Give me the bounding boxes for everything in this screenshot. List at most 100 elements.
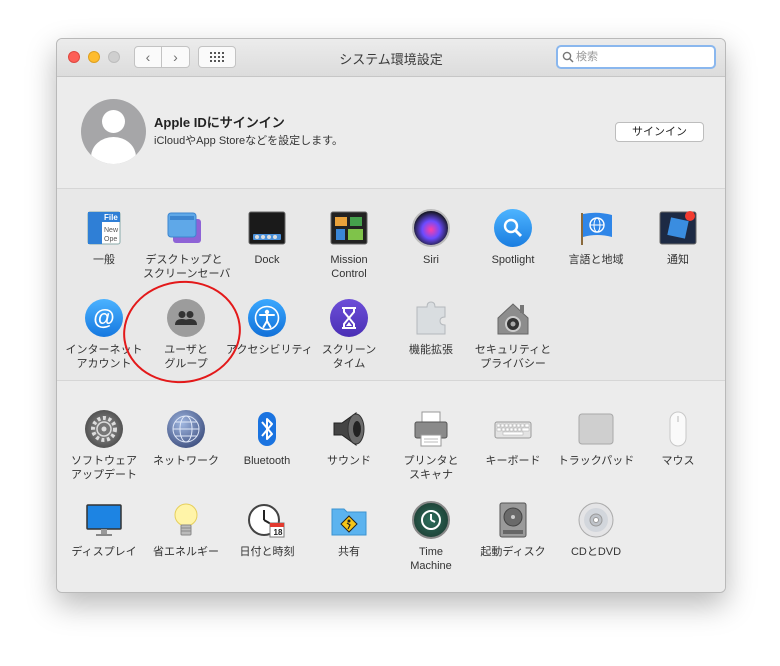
pane-users-groups[interactable]: ユーザと グループ (145, 299, 227, 371)
calendar-day: 18 (273, 528, 283, 537)
pane-label: Spotlight (491, 254, 535, 266)
svg-text:File: File (104, 213, 118, 222)
pane-sound[interactable]: サウンド (308, 410, 390, 468)
displays-icon (85, 501, 123, 539)
pane-label: Dock (254, 254, 280, 266)
cd-dvd-icon (577, 501, 615, 539)
pane-label: スクリーン タイム (321, 344, 377, 370)
keyboard-icon (494, 410, 532, 448)
pane-label: ディスプレイ (71, 546, 137, 558)
pane-label: 通知 (667, 254, 689, 266)
pane-siri[interactable]: Siri (390, 209, 472, 267)
system-preferences-window: ‹ › システム環境設定 Apple IDにサインイン iCloudやApp S… (56, 38, 726, 593)
screen-time-icon (330, 299, 368, 337)
pane-label: ソフトウェア アップデート (71, 455, 137, 481)
avatar[interactable] (81, 99, 146, 164)
pane-label: キーボード (485, 455, 541, 467)
pane-label: 日付と時刻 (239, 546, 295, 558)
pane-label: 共有 (338, 546, 360, 558)
time-machine-icon (412, 501, 450, 539)
pane-label: Bluetooth (243, 455, 291, 467)
trackpad-icon (577, 410, 615, 448)
pane-label: 一般 (93, 254, 115, 266)
pane-displays[interactable]: ディスプレイ (63, 501, 145, 559)
pane-label: インターネット アカウント (65, 344, 143, 370)
network-icon (167, 410, 205, 448)
pane-label: Time Machine (410, 546, 452, 572)
pane-label: ネットワーク (153, 455, 219, 467)
date-time-icon: 18 (248, 501, 286, 539)
startup-disk-icon (494, 501, 532, 539)
pane-label: Siri (423, 254, 439, 266)
apple-id-title: Apple IDにサインイン (154, 115, 285, 130)
pane-spotlight[interactable]: Spotlight (472, 209, 554, 267)
pane-security-privacy[interactable]: セキュリティと プライバシー (472, 299, 554, 371)
apple-id-section: Apple IDにサインイン iCloudやApp Storeなどを設定します。… (57, 77, 725, 189)
apple-id-subtitle: iCloudやApp Storeなどを設定します。 (154, 135, 344, 147)
mission-control-icon (330, 209, 368, 247)
sign-in-button[interactable]: サインイン (615, 122, 704, 142)
pane-network[interactable]: ネットワーク (145, 410, 227, 468)
pane-label: アクセシビリティ (226, 344, 313, 356)
svg-text:Ope: Ope (104, 236, 117, 243)
extensions-icon (412, 299, 450, 337)
pane-screen-time[interactable]: スクリーン タイム (308, 299, 390, 371)
pane-general[interactable]: File New Ope 一般 (63, 209, 145, 267)
pane-mission-control[interactable]: Mission Control (308, 209, 390, 281)
pane-date-time[interactable]: 18 日付と時刻 (226, 501, 308, 559)
title-bar: ‹ › システム環境設定 (57, 39, 725, 77)
energy-saver-icon (167, 501, 205, 539)
pane-sharing[interactable]: 共有 (308, 501, 390, 559)
pane-label: セキュリティと プライバシー (474, 344, 552, 370)
pane-mouse[interactable]: マウス (637, 410, 719, 468)
pane-trackpad[interactable]: トラックパッド (555, 410, 637, 468)
sharing-icon (330, 501, 368, 539)
pane-label: Mission Control (330, 254, 368, 280)
pane-label: トラックパッド (557, 455, 635, 467)
spotlight-icon (494, 209, 532, 247)
search-field[interactable] (556, 45, 716, 69)
pane-bluetooth[interactable]: Bluetooth (226, 410, 308, 468)
pane-time-machine[interactable]: Time Machine (390, 501, 472, 573)
pane-label: CDとDVD (570, 546, 622, 558)
internet-accounts-icon: @ (85, 299, 123, 337)
general-icon: File New Ope (85, 209, 123, 247)
search-input[interactable] (574, 50, 698, 64)
mouse-icon (659, 410, 697, 448)
siri-icon (412, 209, 450, 247)
pane-accessibility[interactable]: アクセシビリティ (226, 299, 313, 357)
search-icon (562, 51, 574, 63)
pane-label: プリンタと スキャナ (403, 455, 459, 481)
pane-printers-scanners[interactable]: プリンタと スキャナ (390, 410, 472, 482)
pane-label: 省エネルギー (153, 546, 219, 558)
pane-notifications[interactable]: 通知 (637, 209, 719, 267)
desktop-icon (165, 209, 203, 247)
pane-cd-dvd[interactable]: CDとDVD (555, 501, 637, 559)
svg-text:New: New (104, 227, 119, 234)
pane-desktop-screensaver[interactable]: デスクトップと スクリーンセーバ (143, 209, 231, 281)
bluetooth-icon (248, 410, 286, 448)
dock-icon (248, 209, 286, 247)
pane-label: デスクトップと スクリーンセーバ (143, 254, 231, 280)
pane-label: 起動ディスク (480, 546, 546, 558)
pane-label: マウス (661, 455, 695, 467)
printers-scanners-icon (412, 410, 450, 448)
pane-label: ユーザと グループ (164, 344, 208, 370)
pane-software-update[interactable]: ソフトウェア アップデート (63, 410, 145, 482)
language-region-icon (577, 209, 615, 247)
sound-icon (330, 410, 368, 448)
pane-startup-disk[interactable]: 起動ディスク (472, 501, 554, 559)
pane-label: サウンド (327, 455, 371, 467)
pane-keyboard[interactable]: キーボード (472, 410, 554, 468)
users-groups-icon (167, 299, 205, 337)
pane-energy-saver[interactable]: 省エネルギー (145, 501, 227, 559)
pane-label: 機能拡張 (409, 344, 453, 356)
pane-internet-accounts[interactable]: @ インターネット アカウント (63, 299, 145, 371)
software-update-icon (85, 410, 123, 448)
pane-extensions[interactable]: 機能拡張 (390, 299, 472, 357)
notifications-icon (659, 209, 697, 247)
security-privacy-icon (494, 299, 532, 337)
accessibility-icon (248, 299, 286, 337)
pane-dock[interactable]: Dock (226, 209, 308, 267)
pane-language-region[interactable]: 言語と地域 (555, 209, 637, 267)
